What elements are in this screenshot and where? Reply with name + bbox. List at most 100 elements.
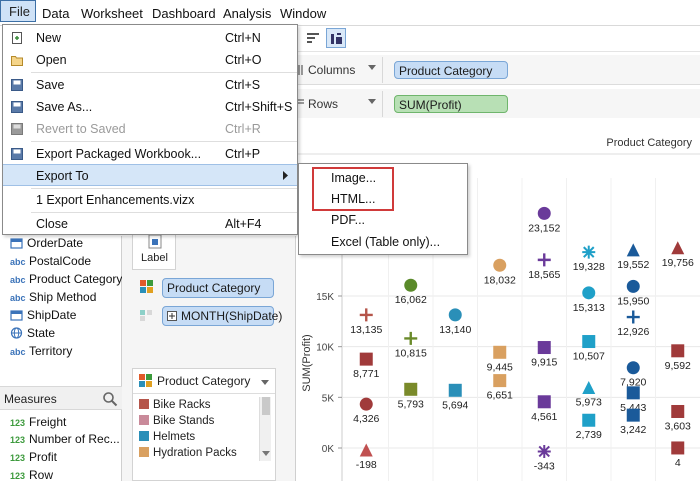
menu-item-export-packaged-workbook[interactable]: Export Packaged Workbook... Ctrl+P (3, 143, 297, 165)
data-point (626, 243, 640, 257)
menu-item-recent-file[interactable]: 1 Export Enhancements.vizx (3, 189, 297, 211)
menu-item-new[interactable]: New Ctrl+N (3, 27, 297, 49)
menu-file[interactable]: File (0, 0, 36, 22)
show-labels-button[interactable] (326, 28, 346, 48)
legend-item-helmets[interactable]: Helmets (139, 431, 195, 443)
legend-swatch (139, 431, 149, 441)
label-button-text: Label (141, 252, 168, 264)
menu-item-shortcut: Ctrl+Shift+S (225, 100, 293, 114)
data-label: 9,445 (487, 361, 513, 373)
menu-dashboard[interactable]: Dashboard (152, 6, 216, 21)
field-number-of-records[interactable]: 123 Number of Rec... (10, 432, 120, 446)
menu-window[interactable]: Window (280, 6, 326, 21)
submenu-item-label: PDF... (331, 213, 366, 227)
field-profit[interactable]: 123 Profit (10, 450, 57, 464)
menu-data[interactable]: Data (42, 6, 69, 21)
columns-grip-icon (298, 65, 303, 75)
color-icon (140, 280, 153, 293)
data-label: 4,561 (531, 411, 557, 423)
data-point (537, 395, 551, 409)
sort-icon[interactable] (306, 31, 320, 45)
legend-item-bike-racks[interactable]: Bike Racks (139, 399, 211, 411)
field-territory[interactable]: abc Territory (10, 344, 72, 358)
data-label: 18,032 (484, 274, 516, 286)
data-point (582, 286, 596, 300)
field-orderdate[interactable]: OrderDate (10, 236, 83, 250)
data-point (537, 253, 551, 267)
y-tick-label: 15K (316, 292, 334, 303)
menu-item-label: 1 Export Enhancements.vizx (36, 193, 195, 207)
menu-item-close[interactable]: Close Alt+F4 (3, 213, 297, 235)
menu-item-export-to[interactable]: Export To (3, 164, 297, 186)
detail-pill-month-shipdate[interactable]: MONTH(ShipDate) (162, 306, 282, 326)
field-freight[interactable]: 123 Freight (10, 415, 66, 429)
data-point (626, 408, 640, 422)
data-label: 13,135 (350, 324, 382, 336)
field-product-category[interactable]: abc Product Category (10, 272, 122, 286)
field-label: Number of Rec... (29, 432, 120, 446)
save-icon (11, 79, 23, 91)
new-file-icon (12, 32, 22, 44)
label-button[interactable]: Label (132, 234, 176, 270)
legend-swatch (139, 415, 149, 425)
rows-dropdown-icon[interactable] (368, 99, 376, 104)
data-label: 6,651 (487, 390, 513, 402)
data-label: 5,694 (442, 399, 468, 411)
y-axis-label: SUM(Profit) (301, 334, 313, 391)
export-excel[interactable]: Excel (Table only)... (299, 232, 467, 252)
menu-item-save-as[interactable]: Save As... Ctrl+Shift+S (3, 96, 297, 118)
expand-plus-icon[interactable] (167, 311, 177, 321)
menu-item-open[interactable]: Open Ctrl+O (3, 49, 297, 71)
data-point (493, 345, 507, 359)
number-type-tag: 123 (10, 418, 26, 428)
submenu-arrow-icon (283, 171, 288, 180)
field-ship-method[interactable]: abc Ship Method (10, 290, 96, 304)
field-shipdate[interactable]: ShipDate (10, 308, 76, 322)
columns-pill-product-category[interactable]: Product Category (394, 61, 508, 79)
data-label: 13,140 (439, 324, 471, 336)
menu-worksheet[interactable]: Worksheet (81, 6, 143, 21)
scroll-down-icon[interactable] (262, 451, 270, 456)
data-label: 8,771 (353, 368, 379, 380)
menu-item-save[interactable]: Save Ctrl+S (3, 74, 297, 96)
field-label: Ship Method (29, 290, 97, 304)
data-point (626, 386, 640, 400)
legend-item-hydration-packs[interactable]: Hydration Packs (139, 447, 237, 459)
data-point (493, 374, 507, 388)
data-label: 4,326 (353, 413, 379, 425)
shelf-divider (382, 57, 383, 83)
data-label: 3,603 (665, 420, 691, 432)
field-label: State (27, 326, 56, 340)
export-pdf[interactable]: PDF... (299, 210, 467, 230)
field-postalcode[interactable]: abc PostalCode (10, 254, 91, 268)
search-icon[interactable] (102, 391, 118, 407)
legend-item-label: Hydration Packs (153, 447, 237, 459)
rows-label: Rows (308, 97, 339, 111)
string-type-tag: abc (10, 347, 26, 357)
legend-item-label: Bike Stands (153, 415, 215, 427)
legend-scroll-thumb[interactable] (262, 397, 270, 415)
menu-item-label: Save (36, 78, 65, 92)
data-point (359, 352, 373, 366)
field-row[interactable]: 123 Row (10, 468, 53, 482)
data-label: 5,973 (576, 396, 602, 408)
menu-analysis[interactable]: Analysis (223, 6, 271, 21)
color-pill-product-category[interactable]: Product Category (162, 278, 274, 298)
legend-scrollbar[interactable] (259, 397, 271, 461)
data-point (404, 278, 418, 292)
legend-divider (133, 393, 275, 394)
legend-item-bike-stands[interactable]: Bike Stands (139, 415, 214, 427)
field-label: OrderDate (27, 236, 84, 250)
data-label: 16,062 (395, 294, 427, 306)
field-state[interactable]: State (10, 326, 55, 340)
menu-item-shortcut: Ctrl+P (225, 147, 261, 161)
field-label: Product Category (29, 272, 123, 286)
menu-item-label: Close (36, 217, 68, 231)
rows-pill-sum-profit[interactable]: SUM(Profit) (394, 95, 508, 113)
legend-dropdown-icon[interactable] (261, 380, 269, 385)
columns-dropdown-icon[interactable] (368, 65, 376, 70)
menu-item-label: Export Packaged Workbook... (36, 147, 202, 161)
data-point (448, 308, 462, 322)
data-label: -343 (534, 460, 555, 472)
menu-item-shortcut: Ctrl+O (225, 53, 262, 67)
